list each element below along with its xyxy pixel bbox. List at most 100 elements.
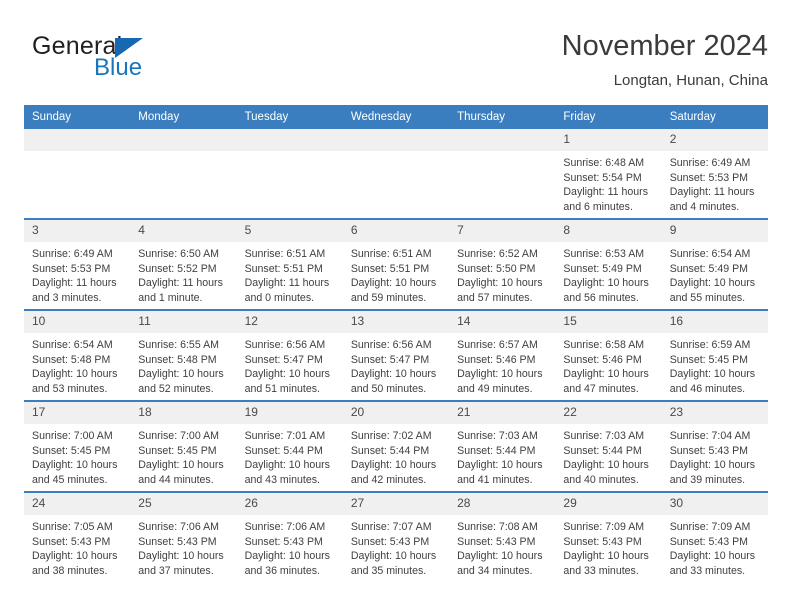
day-details: Sunrise: 6:52 AM Sunset: 5:50 PM Daylight:… [449,242,555,305]
day-number: 18 [130,402,237,424]
sunrise-text: Sunrise: 6:53 AM [563,248,645,260]
calendar-day-cell[interactable]: 18 Sunrise: 7:00 AM Sunset: 5:45 PM Dayligh… [130,400,237,492]
calendar-day-cell[interactable]: 3 Sunrise: 6:49 AM Sunset: 5:53 PM Daylight… [24,218,131,310]
sunset-text: Sunset: 5:43 PM [350,535,430,548]
calendar-cell-inner: 21 Sunrise: 7:03 AM Sunset: 5:44 PM Dayligh… [449,402,556,491]
day-number: 21 [449,402,556,424]
day-details: Sunrise: 6:58 AM Sunset: 5:46 PM Daylight:… [555,333,661,396]
calendar-day-cell[interactable]: 17 Sunrise: 7:00 AM Sunset: 5:45 PM Dayligh… [24,400,131,492]
day-number: 27 [342,493,450,515]
daylight-text: Daylight: 10 hours and 57 minutes. [457,277,543,304]
calendar-cell-empty [342,129,450,219]
daylight-text: Daylight: 10 hours and 40 minutes. [563,459,649,486]
calendar-day-cell[interactable]: 15 Sunrise: 6:58 AM Sunset: 5:46 PM Dayligh… [555,309,662,401]
day-number: 25 [130,493,237,515]
calendar-day-cell[interactable]: 14 Sunrise: 6:57 AM Sunset: 5:46 PM Dayligh… [449,309,556,401]
day-details: Sunrise: 6:50 AM Sunset: 5:52 PM Daylight:… [130,242,236,305]
calendar-cell-inner: 4 Sunrise: 6:50 AM Sunset: 5:52 PM Daylight… [130,220,237,309]
calendar-day-cell[interactable]: 25 Sunrise: 7:06 AM Sunset: 5:43 PM Dayligh… [130,491,237,582]
day-details: Sunrise: 6:56 AM Sunset: 5:47 PM Daylight:… [237,333,343,396]
calendar-cell-inner: 18 Sunrise: 7:00 AM Sunset: 5:45 PM Dayligh… [130,402,237,491]
calendar-day-cell[interactable]: 27 Sunrise: 7:07 AM Sunset: 5:43 PM Dayligh… [342,491,450,582]
sunset-text: Sunset: 5:46 PM [457,353,536,366]
day-number: 8 [555,220,662,242]
calendar-cell-inner: 25 Sunrise: 7:06 AM Sunset: 5:43 PM Dayligh… [130,493,237,582]
calendar-day-cell[interactable]: 21 Sunrise: 7:03 AM Sunset: 5:44 PM Dayligh… [449,400,556,492]
calendar-day-cell[interactable]: 20 Sunrise: 7:02 AM Sunset: 5:44 PM Dayligh… [342,400,450,492]
calendar-week-row: 3 Sunrise: 6:49 AM Sunset: 5:53 PM Daylight… [24,218,768,310]
calendar-day-cell[interactable]: 30 Sunrise: 7:09 AM Sunset: 5:43 PM Dayligh… [661,491,768,582]
calendar-cell-inner: 27 Sunrise: 7:07 AM Sunset: 5:43 PM Dayligh… [342,493,450,582]
calendar-day-cell[interactable]: 19 Sunrise: 7:01 AM Sunset: 5:44 PM Dayligh… [236,400,343,492]
day-number: 22 [555,402,662,424]
calendar-cell-inner: 30 Sunrise: 7:09 AM Sunset: 5:43 PM Dayligh… [661,493,768,582]
calendar-day-cell[interactable]: 28 Sunrise: 7:08 AM Sunset: 5:43 PM Dayligh… [449,491,556,582]
calendar-header-row: Sunday Monday Tuesday Wednesday Thursday… [24,105,768,129]
calendar-day-cell[interactable]: 24 Sunrise: 7:05 AM Sunset: 5:43 PM Dayligh… [24,491,131,582]
sunrise-text: Sunrise: 7:00 AM [32,430,113,442]
calendar-body: 1 Sunrise: 6:48 AM Sunset: 5:54 PM Daylight… [24,129,768,582]
day-details: Sunrise: 7:05 AM Sunset: 5:43 PM Daylight:… [24,515,130,578]
calendar-cell-inner: 24 Sunrise: 7:05 AM Sunset: 5:43 PM Dayligh… [24,493,131,582]
sunrise-text: Sunrise: 6:50 AM [138,248,219,260]
calendar-day-cell[interactable]: 6 Sunrise: 6:51 AM Sunset: 5:51 PM Daylight… [342,218,450,310]
daylight-text: Daylight: 10 hours and 56 minutes. [563,277,649,304]
day-details: Sunrise: 6:56 AM Sunset: 5:47 PM Daylight:… [343,333,449,396]
sunrise-text: Sunrise: 7:05 AM [32,521,113,533]
day-number: 13 [342,311,450,333]
daylight-text: Daylight: 10 hours and 34 minutes. [457,550,543,577]
daylight-text: Daylight: 10 hours and 35 minutes. [350,550,437,577]
daylight-text: Daylight: 10 hours and 42 minutes. [350,459,437,486]
sunrise-text: Sunrise: 6:49 AM [32,248,113,260]
daylight-text: Daylight: 11 hours and 4 minutes. [669,186,755,213]
day-number: 2 [661,129,768,151]
calendar-day-cell[interactable]: 4 Sunrise: 6:50 AM Sunset: 5:52 PM Daylight… [130,218,237,310]
calendar-day-cell[interactable]: 2 Sunrise: 6:49 AM Sunset: 5:53 PM Daylight… [661,129,768,219]
calendar-cell-inner: 19 Sunrise: 7:01 AM Sunset: 5:44 PM Dayligh… [236,402,343,491]
calendar-cell-inner: 12 Sunrise: 6:56 AM Sunset: 5:47 PM Dayligh… [236,311,343,400]
sunrise-text: Sunrise: 6:59 AM [669,339,751,351]
daylight-text: Daylight: 10 hours and 38 minutes. [32,550,118,577]
sunrise-text: Sunrise: 6:51 AM [350,248,432,260]
page-title: November 2024 [561,30,768,62]
calendar-cell-empty [130,129,237,219]
calendar-cell-inner: 10 Sunrise: 6:54 AM Sunset: 5:48 PM Dayligh… [24,311,131,400]
calendar-day-cell[interactable]: 7 Sunrise: 6:52 AM Sunset: 5:50 PM Daylight… [449,218,556,310]
sunrise-text: Sunrise: 6:56 AM [244,339,326,351]
day-details: Sunrise: 7:04 AM Sunset: 5:43 PM Daylight:… [662,424,768,487]
sunrise-text: Sunrise: 7:06 AM [244,521,326,533]
daylight-text: Daylight: 10 hours and 47 minutes. [563,368,649,395]
day-details: Sunrise: 7:00 AM Sunset: 5:45 PM Daylight:… [130,424,236,487]
calendar-day-cell[interactable]: 23 Sunrise: 7:04 AM Sunset: 5:43 PM Dayligh… [661,400,768,492]
calendar-day-cell[interactable]: 10 Sunrise: 6:54 AM Sunset: 5:48 PM Dayligh… [24,309,131,401]
sunrise-text: Sunrise: 7:02 AM [350,430,432,442]
calendar-day-cell[interactable]: 9 Sunrise: 6:54 AM Sunset: 5:49 PM Daylight… [661,218,768,310]
daylight-text: Daylight: 10 hours and 43 minutes. [244,459,330,486]
sunset-text: Sunset: 5:44 PM [244,444,323,457]
sunset-text: Sunset: 5:46 PM [563,353,642,366]
calendar-day-cell[interactable]: 16 Sunrise: 6:59 AM Sunset: 5:45 PM Dayligh… [661,309,768,401]
calendar-day-cell[interactable]: 13 Sunrise: 6:56 AM Sunset: 5:47 PM Dayligh… [342,309,450,401]
day-number: 26 [236,493,343,515]
sunset-text: Sunset: 5:47 PM [350,353,430,366]
calendar-day-cell[interactable]: 22 Sunrise: 7:03 AM Sunset: 5:44 PM Dayligh… [555,400,662,492]
calendar-day-cell[interactable]: 11 Sunrise: 6:55 AM Sunset: 5:48 PM Dayligh… [130,309,237,401]
sunrise-text: Sunrise: 7:09 AM [563,521,645,533]
page-subtitle: Longtan, Hunan, China [613,72,768,89]
calendar-day-cell[interactable]: 12 Sunrise: 6:56 AM Sunset: 5:47 PM Dayligh… [236,309,343,401]
calendar-week-row: 1 Sunrise: 6:48 AM Sunset: 5:54 PM Daylight… [24,129,768,219]
sunrise-text: Sunrise: 7:03 AM [457,430,538,442]
sunrise-text: Sunrise: 6:48 AM [563,157,645,169]
weekday-header-saturday: Saturday [661,105,768,129]
calendar-day-cell[interactable]: 26 Sunrise: 7:06 AM Sunset: 5:43 PM Dayligh… [236,491,343,582]
calendar-day-cell[interactable]: 5 Sunrise: 6:51 AM Sunset: 5:51 PM Daylight… [236,218,343,310]
day-details: Sunrise: 6:51 AM Sunset: 5:51 PM Daylight:… [237,242,343,305]
calendar-day-cell[interactable]: 29 Sunrise: 7:09 AM Sunset: 5:43 PM Dayligh… [555,491,662,582]
calendar-cell-empty [24,129,131,219]
page-header: General Blue November 2024 Longtan, Huna… [24,28,768,100]
calendar-cell-inner: 8 Sunrise: 6:53 AM Sunset: 5:49 PM Daylight… [555,220,662,309]
calendar-cell-inner: 26 Sunrise: 7:06 AM Sunset: 5:43 PM Dayligh… [236,493,343,582]
calendar-day-cell[interactable]: 1 Sunrise: 6:48 AM Sunset: 5:54 PM Daylight… [555,129,662,219]
calendar-day-cell[interactable]: 8 Sunrise: 6:53 AM Sunset: 5:49 PM Daylight… [555,218,662,310]
sunrise-text: Sunrise: 7:07 AM [350,521,432,533]
